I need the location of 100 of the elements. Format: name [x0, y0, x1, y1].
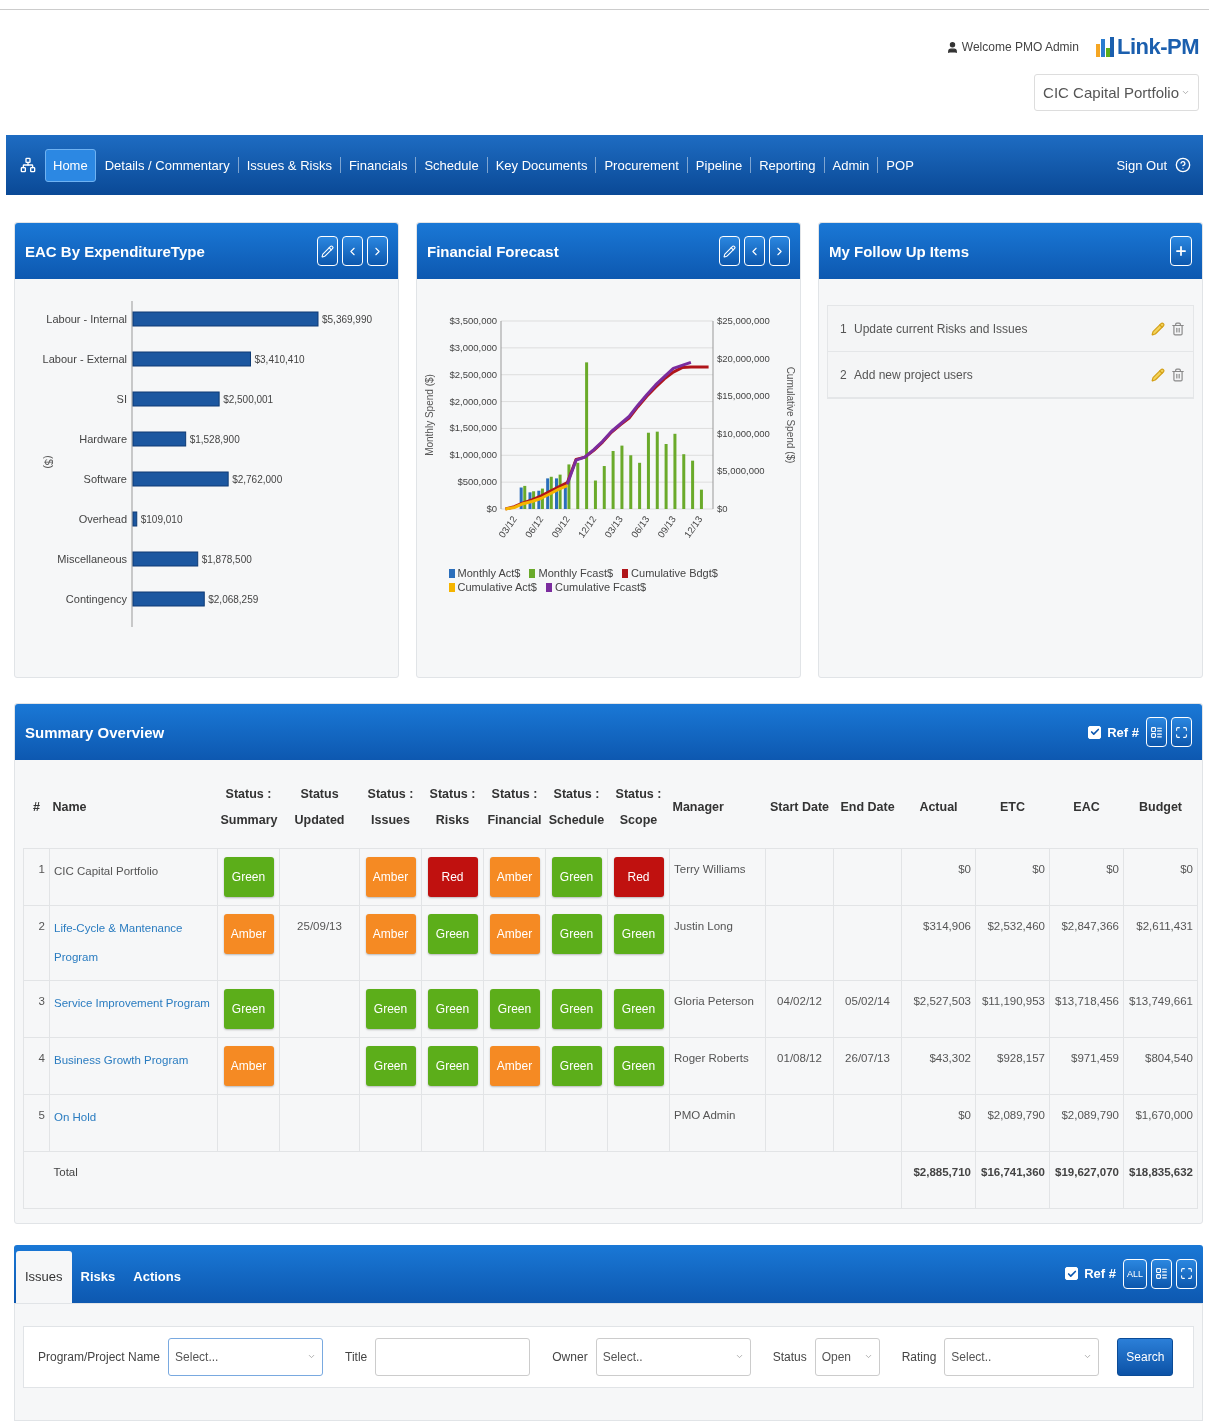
axis-label: $3,000,000	[448, 341, 497, 353]
item-text: Add new project users	[854, 367, 974, 382]
legend-item: Cumulative Act$	[448, 581, 537, 593]
axis-label: $3,500,000	[448, 315, 497, 326]
table-cell: PMO Admin	[674, 1108, 736, 1121]
panel-title: Summary Overview	[25, 723, 166, 741]
checkbox-label: Ref #	[1107, 724, 1139, 740]
filter-label: Rating	[901, 1349, 937, 1364]
total-cell: $19,627,070	[1055, 1165, 1119, 1178]
table-cell: $2,089,790	[987, 1108, 1045, 1121]
status-badge: Green	[223, 988, 274, 1029]
status-badge: Green	[489, 988, 540, 1029]
column-header: Status : Risks	[421, 766, 484, 848]
axis-title: Cumulative Spend ($)	[784, 366, 795, 464]
table-cell: 2	[38, 919, 45, 932]
table-cell: $43,302	[929, 1051, 971, 1064]
status-badge: Green	[427, 1045, 478, 1086]
table-cell: 5	[38, 1108, 45, 1121]
status-badge: Green	[613, 1045, 664, 1086]
status-badge: Green	[551, 1045, 602, 1086]
table-cell: $2,611,431	[1136, 919, 1193, 932]
status-badge: Green	[365, 1045, 416, 1086]
filter-label: Title	[345, 1349, 368, 1364]
data-label: $2,762,000	[231, 474, 282, 485]
filter-label: Program/Project Name	[38, 1349, 161, 1364]
table-cell: $13,718,456	[1055, 994, 1119, 1007]
total-cell: $16,741,360	[981, 1165, 1045, 1178]
axis-label: $5,000,000	[716, 465, 765, 477]
table-cell: 26/07/13	[845, 1051, 890, 1064]
axis-label: $1,500,000	[448, 422, 497, 434]
axis-label: Miscellaneous	[56, 553, 127, 565]
axis-label: $20,000,000	[716, 352, 770, 364]
data-label: $1,878,500	[201, 554, 252, 565]
column-header: Start Date	[765, 766, 834, 848]
axis-label: SI	[116, 393, 127, 405]
table-cell: $971,459	[1071, 1051, 1119, 1064]
table-cell: $11,190,953	[981, 994, 1045, 1007]
axis-label: $10,000,000	[716, 427, 770, 439]
status-badge: Green	[551, 988, 602, 1029]
table-cell: $928,157	[997, 1051, 1045, 1064]
axis-label: $500,000	[456, 476, 497, 488]
table-cell: $2,847,366	[1061, 919, 1119, 932]
status-badge: Red	[427, 856, 478, 897]
table-cell: 1	[38, 862, 45, 875]
table-cell: $2,089,790	[1061, 1108, 1119, 1121]
table-cell: $13,749,661	[1129, 994, 1193, 1007]
filter-label: Owner	[552, 1349, 588, 1364]
status-badge: Amber	[489, 856, 540, 897]
table-cell: 3	[38, 994, 45, 1007]
status-badge: Green	[365, 988, 416, 1029]
column-header: EAC	[1049, 766, 1124, 848]
status-badge: Green	[223, 856, 274, 897]
column-header: Status : Scope	[607, 766, 670, 848]
table-cell: $0	[1180, 862, 1193, 875]
legend-item: Monthly Act$	[448, 567, 521, 579]
axis-label: $25,000,000	[716, 315, 770, 326]
column-header: Name	[49, 766, 218, 848]
axis-label: $1,000,000	[448, 449, 497, 461]
column-header: Status : Schedule	[545, 766, 608, 848]
axis-label: Contingency	[65, 593, 127, 605]
axis-label: $15,000,000	[716, 390, 770, 402]
axis-label: $2,000,000	[448, 395, 497, 407]
table-cell: $0	[1032, 862, 1045, 875]
status-badge: Red	[613, 856, 664, 897]
table-cell: Roger Roberts	[674, 1051, 749, 1064]
welcome-text: Welcome PMO Admin	[945, 40, 1079, 54]
data-label: $1,528,900	[189, 434, 240, 445]
data-label: $3,410,410	[254, 354, 305, 365]
table-cell: $2,532,460	[987, 919, 1045, 932]
table-cell: Terry Williams	[674, 862, 746, 875]
legend-item: Cumulative Bdgt$	[622, 567, 718, 579]
axis-label: Software	[83, 473, 127, 485]
table-cell: Gloria Peterson	[674, 994, 754, 1007]
status-badge: Amber	[489, 1045, 540, 1086]
axis-label: $0	[716, 503, 728, 514]
total-cell: $2,885,710	[913, 1165, 971, 1178]
table-cell: $804,540	[1145, 1051, 1193, 1064]
status-badge: Amber	[223, 1045, 274, 1086]
status-badge: Amber	[223, 913, 274, 954]
data-label: $109,010	[140, 514, 182, 525]
column-header: Status : Financial	[483, 766, 546, 848]
total-cell: $18,835,632	[1129, 1165, 1193, 1178]
table-cell: 25/09/13	[297, 919, 342, 932]
status-badge: Green	[613, 913, 664, 954]
item-number: 1	[840, 321, 848, 336]
table-cell: $0	[1106, 862, 1119, 875]
table-cell: Justin Long	[674, 919, 733, 932]
column-header: Budget	[1123, 766, 1198, 848]
table-cell: $0	[958, 1108, 971, 1121]
axis-title: ($)	[42, 455, 55, 469]
panel-title: My Follow Up Items	[829, 242, 970, 260]
axis-label: Labour - Internal	[45, 313, 127, 325]
table-cell: $0	[958, 862, 971, 875]
axis-label: Overhead	[78, 513, 127, 525]
item-number: 2	[840, 367, 848, 382]
legend-item: Monthly Fcast$	[529, 567, 614, 579]
table-cell: 04/02/12	[777, 994, 822, 1007]
column-header: Manager	[669, 766, 766, 848]
table-cell: $1,670,000	[1135, 1108, 1193, 1121]
data-label: $5,369,990	[321, 314, 372, 325]
